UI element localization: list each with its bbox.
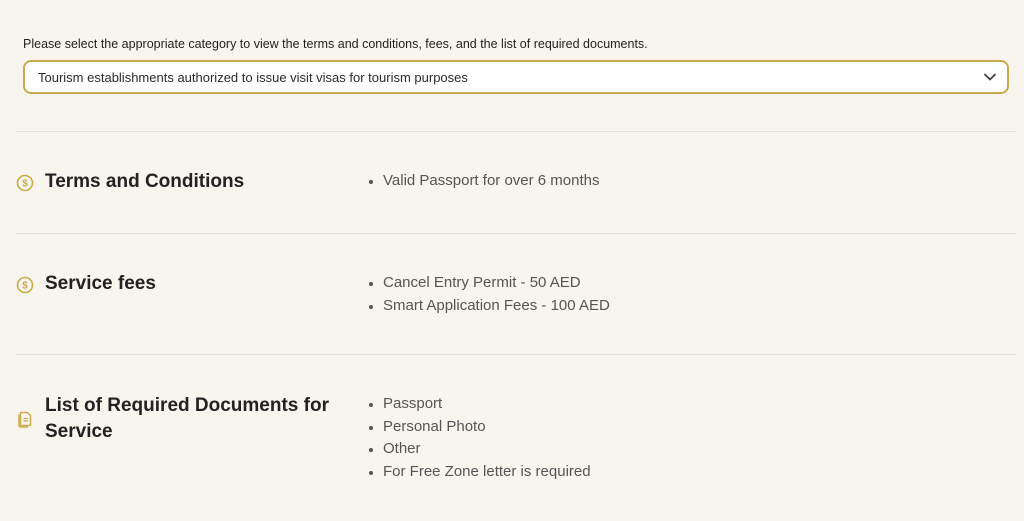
fees-list: Cancel Entry Permit - 50 AED Smart Appli… [368, 272, 610, 317]
documents-icon [18, 411, 32, 428]
documents-list: Passport Personal Photo Other For Free Z… [368, 393, 591, 483]
list-item: Cancel Entry Permit - 50 AED [368, 272, 610, 295]
list-item: Other [368, 438, 591, 461]
category-select[interactable]: Tourism establishments authorized to iss… [23, 60, 1009, 94]
list-item: For Free Zone letter is required [368, 461, 591, 484]
terms-list: Valid Passport for over 6 months [368, 170, 600, 193]
svg-text:$: $ [22, 281, 28, 292]
dollar-circle-icon: $ [16, 174, 34, 192]
svg-text:$: $ [22, 179, 28, 190]
list-item: Passport [368, 393, 591, 416]
category-select-value: Tourism establishments authorized to iss… [38, 69, 468, 85]
divider [16, 233, 1016, 234]
list-item: Personal Photo [368, 416, 591, 439]
terms-and-conditions-title: Terms and Conditions [45, 171, 245, 192]
service-fees-title: Service fees [45, 273, 156, 294]
chevron-down-icon [984, 73, 996, 81]
dollar-circle-icon: $ [16, 276, 34, 294]
service-details-page: Please select the appropriate category t… [0, 0, 1024, 521]
divider [16, 131, 1016, 132]
required-documents-title: List of Required Documents for Service [45, 395, 329, 442]
divider [16, 354, 1016, 355]
list-item: Valid Passport for over 6 months [368, 170, 600, 193]
category-prompt: Please select the appropriate category t… [23, 37, 648, 51]
list-item: Smart Application Fees - 100 AED [368, 295, 610, 318]
